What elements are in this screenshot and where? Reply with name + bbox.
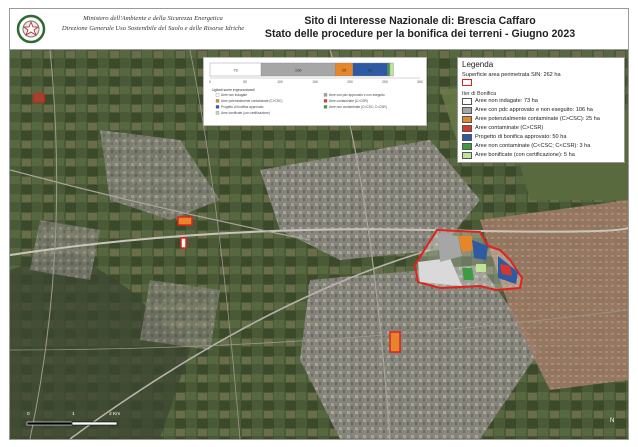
chart-legend-entry: Aree potenzialmente contaminate (C>CSC) bbox=[221, 99, 282, 103]
area-bonificate[interactable] bbox=[476, 264, 486, 272]
x-tick-label: 200 bbox=[347, 80, 353, 84]
legend-item: Aree bonificate (con certificazione): 5 … bbox=[462, 152, 622, 160]
legend-item-label: Aree bonificate (con certificazione): 5 … bbox=[475, 152, 575, 158]
chart-legend-entry: Aree non indagate bbox=[221, 93, 247, 97]
bar-data-label: 73 bbox=[233, 68, 238, 73]
legend-item-label: Aree con pdc approvato e non eseguito: 1… bbox=[475, 107, 593, 113]
chart-legend-swatch bbox=[323, 105, 328, 109]
legend-perimeter-swatch-row bbox=[462, 79, 622, 87]
chart-legend-title: Ugitadi suere ergeonosicacti bbox=[212, 88, 255, 92]
map-header: Ministero dell'Ambiente e della Sicurezz… bbox=[10, 9, 628, 50]
legend-swatch bbox=[462, 152, 472, 159]
chart-legend-swatch bbox=[215, 111, 220, 115]
chart-legend-entry: Aree bonificate (con certificazione) bbox=[221, 111, 270, 115]
title-line-1: Sito di Interesse Nazionale di: Brescia … bbox=[304, 15, 536, 27]
legend-swatch bbox=[462, 98, 472, 105]
legend-item-label: Aree non contaminate (C<CSC; C<CSR): 3 h… bbox=[475, 143, 591, 149]
north-arrow-label: N bbox=[610, 418, 615, 424]
legend-item-label: Aree contaminate (C>CSR) bbox=[475, 125, 544, 131]
x-tick-label: 300 bbox=[417, 80, 423, 84]
legend-item: Aree con pdc approvato e non eseguito: 1… bbox=[462, 107, 622, 115]
chart-legend-entry: Aree non contaminate (C<CSC; C<CSR) bbox=[329, 105, 387, 109]
legend-item: Aree non contaminate (C<CSC; C<CSR): 3 h… bbox=[462, 143, 622, 151]
legend-swatch bbox=[462, 125, 472, 132]
legend-swatch bbox=[462, 107, 472, 114]
bar-chart: 73 106 25 50 0 50 100 150 200 250 300 Ugitadi suere… bbox=[209, 62, 423, 115]
bar-data-label: 50 bbox=[368, 68, 373, 73]
sin-parcel-west-1[interactable] bbox=[177, 216, 193, 226]
legend-swatch bbox=[462, 134, 472, 141]
chart-legend-swatch bbox=[215, 105, 220, 109]
italian-republic-emblem-icon bbox=[16, 14, 46, 44]
bar-segment bbox=[387, 62, 391, 77]
scale-bar: 0 1 2 Km bbox=[25, 412, 125, 432]
legend-item-label: Aree non indagate: 73 ha bbox=[475, 98, 538, 104]
x-tick-label: 0 bbox=[209, 80, 211, 84]
legend-section-label: Iter di Bonifica bbox=[462, 91, 497, 97]
legend-perimeter-label: Superficie area perimetrata SIN: 262 ha bbox=[462, 72, 561, 78]
scale-bar-graphic bbox=[26, 421, 118, 426]
legend-item-label: Progetto di bonifica approvato: 50 ha bbox=[475, 134, 567, 140]
bar-data-label: 106 bbox=[295, 68, 302, 73]
scale-label-2: 2 Km bbox=[109, 412, 121, 417]
x-tick-label: 100 bbox=[277, 80, 283, 84]
legend-swatch bbox=[462, 143, 472, 150]
chart-legend-entry: Aree contaminate (C>CSR) bbox=[329, 99, 368, 103]
scale-label-1: 1 bbox=[72, 412, 75, 417]
legend-item: Aree contaminate (C>CSR) bbox=[462, 125, 622, 133]
legend-panel: Legenda Superficie area perimetrata SIN:… bbox=[457, 57, 625, 163]
chart-legend-entry: Aree con pdc approvato e non eseguito bbox=[329, 93, 385, 97]
area-non-contaminate[interactable] bbox=[462, 268, 474, 280]
bar-segment bbox=[389, 62, 394, 77]
legend-title: Legenda bbox=[462, 60, 494, 69]
chart-legend-entry: Progetto di bonifica approvato bbox=[221, 105, 264, 109]
map-title: Sito di Interesse Nazionale di: Brescia … bbox=[240, 15, 600, 41]
legend-item-label: Aree potenzialmente contaminate (C>CSC):… bbox=[475, 116, 600, 122]
x-tick-label: 150 bbox=[312, 80, 318, 84]
ministry-line-2: Direzione Generale Uso Sostenibile del S… bbox=[61, 25, 245, 32]
bar-data-label: 25 bbox=[342, 68, 347, 73]
x-tick-label: 50 bbox=[243, 80, 247, 84]
sin-parcel-south[interactable] bbox=[389, 331, 401, 353]
scale-label-0: 0 bbox=[27, 412, 30, 417]
legend-item: Progetto di bonifica approvato: 50 ha bbox=[462, 134, 622, 142]
ministry-text: Ministero dell'Ambiente e della Sicurezz… bbox=[58, 14, 248, 34]
sin-parcel-northwest[interactable] bbox=[33, 93, 45, 103]
chart-legend-swatch bbox=[215, 99, 220, 103]
legend-item: Aree potenzialmente contaminate (C>CSC):… bbox=[462, 116, 622, 124]
legend-perimeter-swatch bbox=[462, 79, 472, 86]
legend-item: Aree non indagate: 73 ha bbox=[462, 98, 622, 106]
sin-parcel-west-2[interactable] bbox=[180, 237, 187, 249]
legend-swatch bbox=[462, 116, 472, 123]
chart-legend-swatch bbox=[323, 99, 328, 103]
bar-chart-panel: 73 106 25 50 0 50 100 150 200 250 300 Ugitadi suere… bbox=[203, 57, 427, 126]
chart-legend-swatch bbox=[323, 93, 328, 97]
title-line-2: Stato delle procedure per la bonifica de… bbox=[264, 28, 576, 40]
x-tick-label: 250 bbox=[382, 80, 388, 84]
chart-legend-swatch bbox=[215, 93, 220, 97]
ministry-line-1: Ministero dell'Ambiente e della Sicurezz… bbox=[83, 15, 223, 22]
